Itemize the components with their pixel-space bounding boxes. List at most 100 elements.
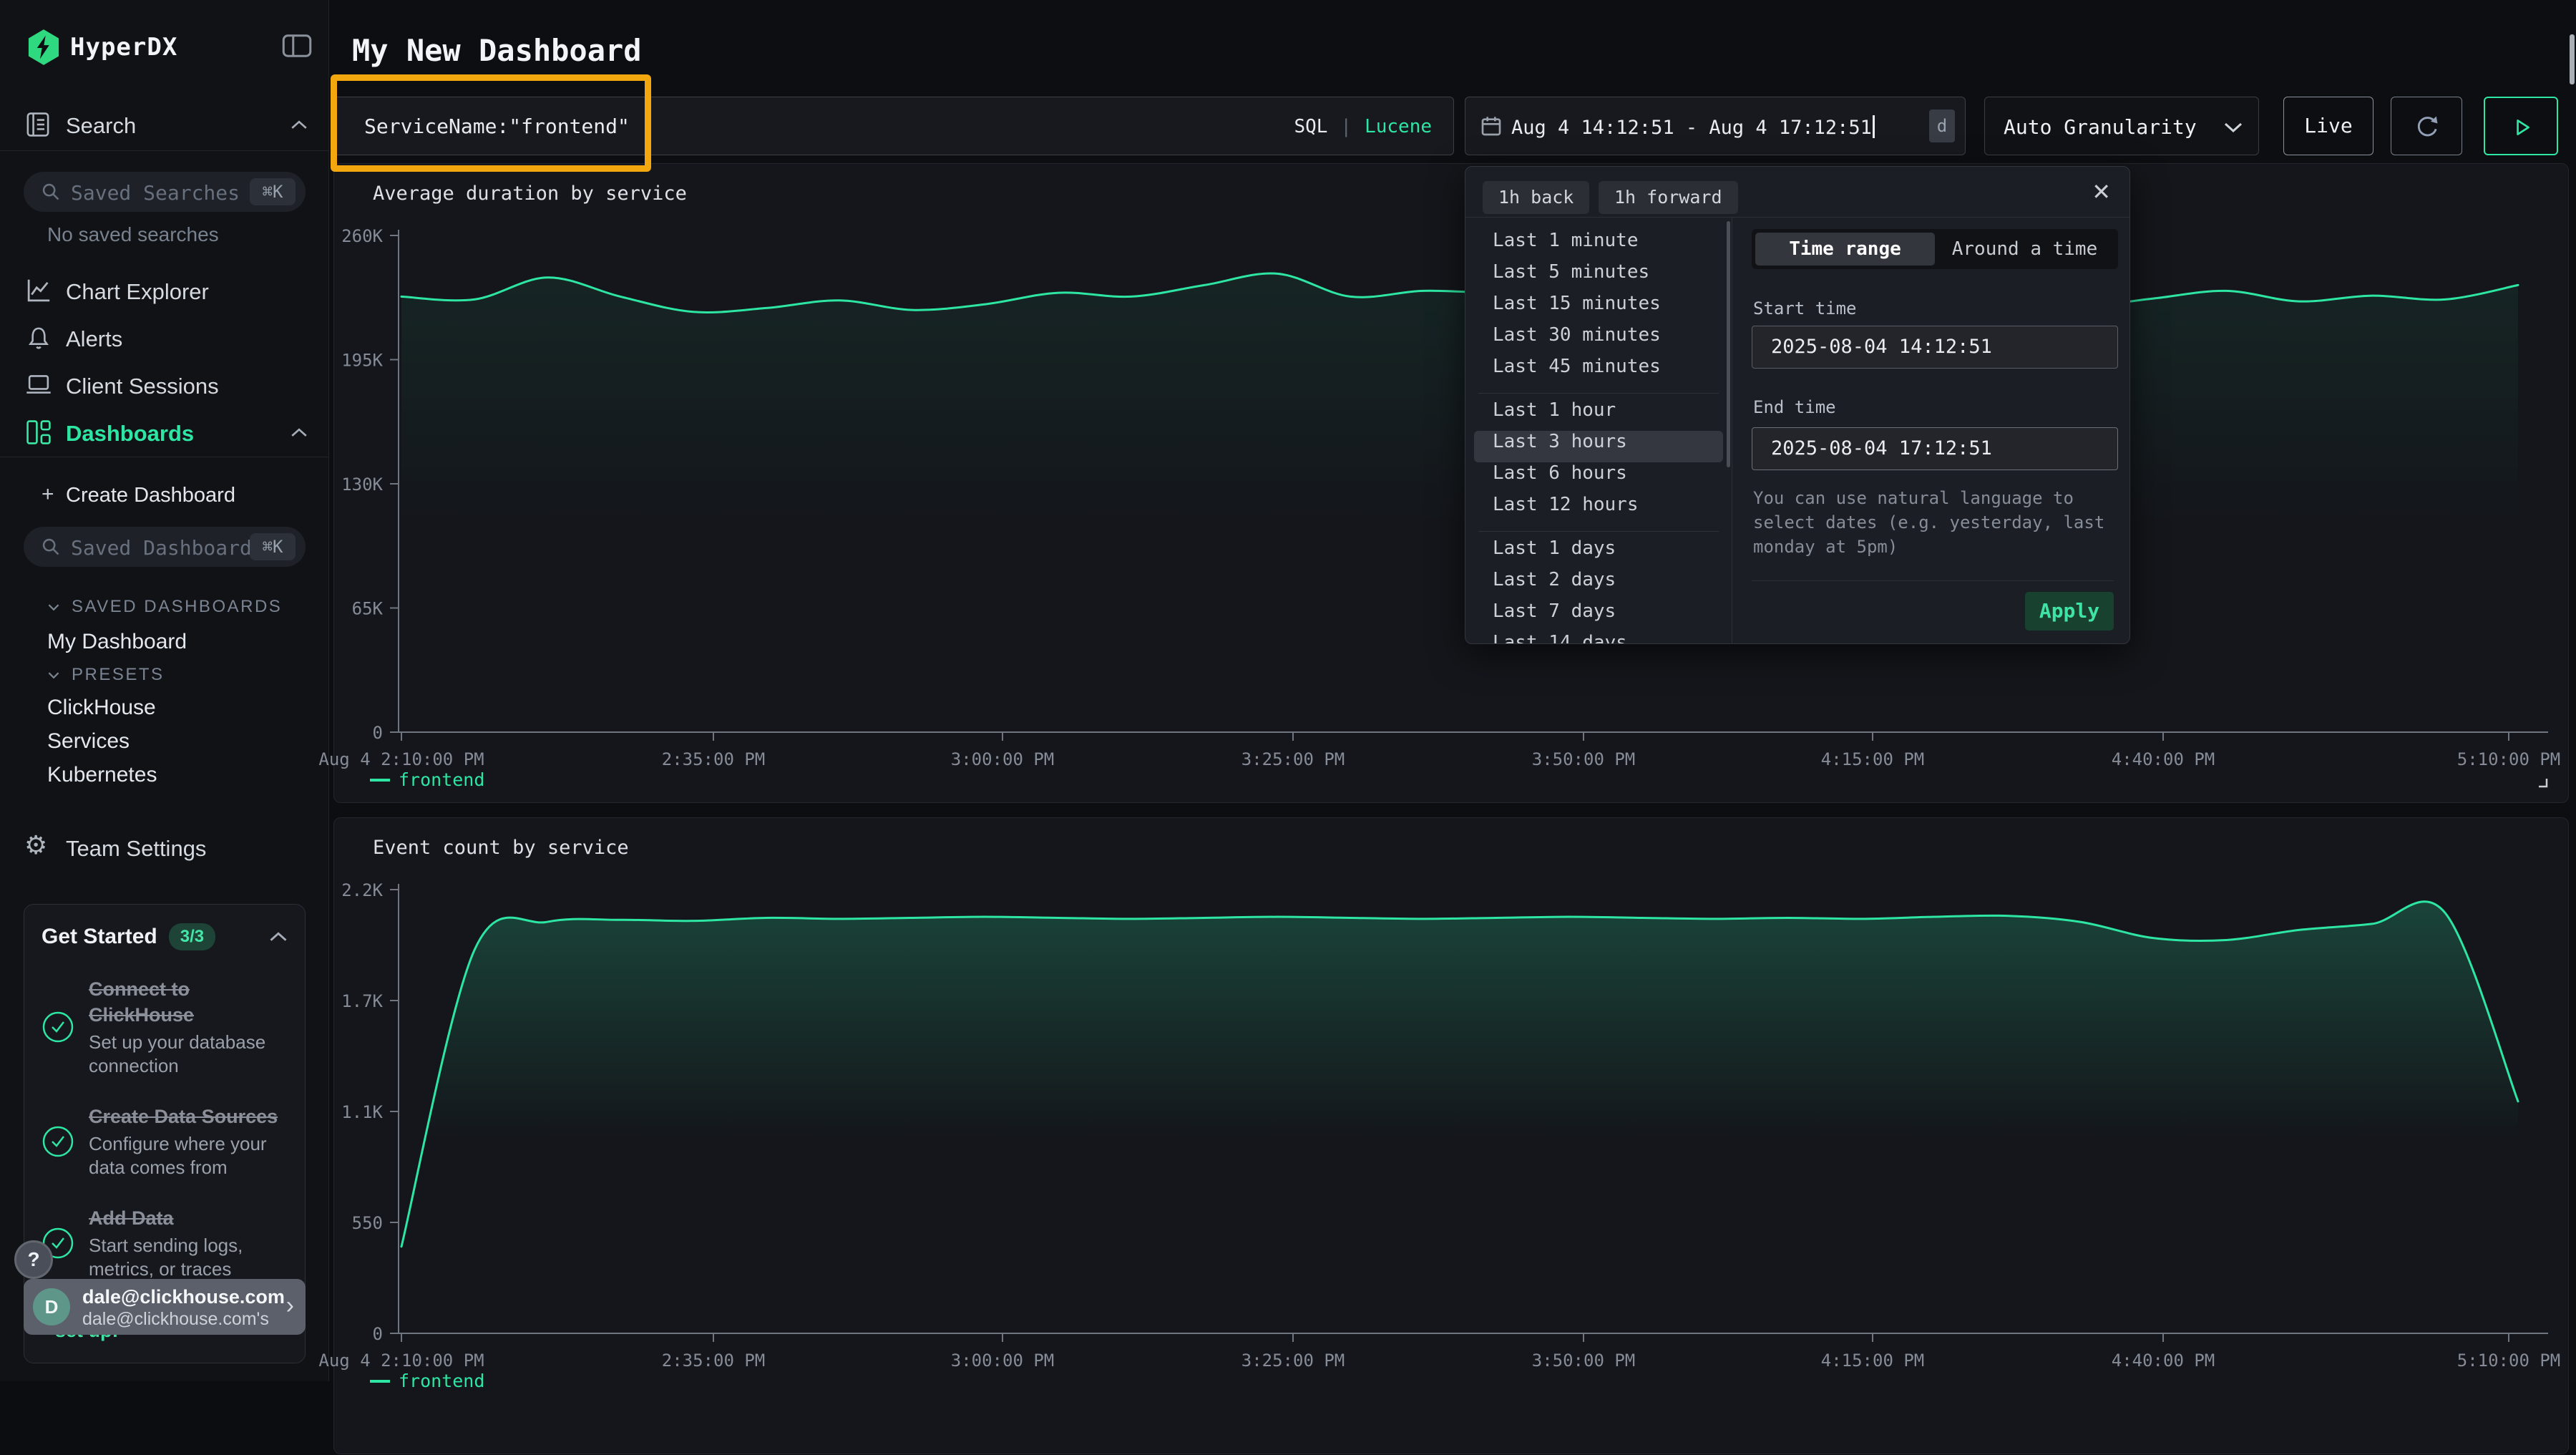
time-range-option[interactable]: Last 2 days [1474, 569, 1723, 600]
sidebar-item-label: Alerts [66, 326, 122, 352]
help-button[interactable]: ? [14, 1240, 53, 1279]
page-title: My New Dashboard [352, 33, 642, 68]
play-icon [2512, 117, 2533, 138]
time-range-option[interactable]: Last 1 days [1474, 537, 1723, 569]
get-started-item[interactable]: Connect to ClickHouse Set up your databa… [42, 976, 288, 1078]
sidebar-item-team-settings[interactable]: ⚙ Team Settings [0, 827, 329, 867]
search-section-icon [26, 112, 50, 137]
scrollbar-thumb[interactable] [2570, 34, 2575, 84]
svg-text:2:35:00 PM: 2:35:00 PM [662, 749, 766, 769]
saved-dashboards-input[interactable]: Saved Dashboards ⌘K [24, 527, 306, 567]
start-time-label: Start time [1753, 298, 1857, 318]
sidebar-item-search[interactable]: Search [0, 104, 329, 145]
plus-icon: + [42, 482, 54, 507]
get-started-title: Get Started [42, 925, 157, 949]
chart-panel-average-duration: Average duration by service 260K195K130K… [333, 163, 2569, 803]
apply-button[interactable]: Apply [2025, 592, 2114, 631]
check-circle-icon [42, 1011, 74, 1043]
svg-text:0: 0 [373, 1324, 383, 1344]
time-range-option[interactable]: Last 3 hours [1474, 431, 1723, 462]
time-mode-tabs: Time range Around a time [1752, 229, 2118, 269]
search-query-input[interactable]: ServiceName:"frontend" SQL | Lucene [333, 97, 1454, 155]
sidebar-item-client-sessions[interactable]: Client Sessions [0, 365, 329, 405]
tab-time-range[interactable]: Time range [1755, 233, 1935, 266]
user-menu[interactable]: D dale@clickhouse.com dale@clickhouse.co… [24, 1279, 306, 1335]
svg-text:3:00:00 PM: 3:00:00 PM [951, 749, 1055, 769]
time-range-option[interactable]: Last 12 hours [1474, 494, 1723, 525]
time-range-option[interactable]: Last 15 minutes [1474, 293, 1723, 324]
refresh-button[interactable] [2391, 97, 2462, 155]
user-email: dale@clickhouse.com [82, 1286, 285, 1308]
brand-row: HyperDX [0, 27, 329, 70]
sidebar-item-alerts[interactable]: Alerts [0, 318, 329, 358]
legend-dash-icon [370, 779, 390, 782]
quick-range-list: Last 1 minuteLast 5 minutesLast 15 minut… [1474, 230, 1723, 644]
svg-text:130K: 130K [341, 475, 383, 495]
saved-dashboards-section-header[interactable]: SAVED DASHBOARDS [47, 596, 282, 618]
start-time-input[interactable]: 2025-08-04 14:12:51 [1752, 326, 2118, 369]
sidebar-item-label: Client Sessions [66, 374, 219, 399]
run-query-button[interactable] [2484, 97, 2558, 155]
get-started-item[interactable]: Add Data Start sending logs, metrics, or… [42, 1205, 288, 1281]
create-dashboard-button[interactable]: + Create Dashboard [0, 478, 329, 514]
language-toggle-separator: | [1340, 116, 1352, 137]
svg-text:2.2K: 2.2K [341, 880, 383, 900]
sidebar-item-chart-explorer[interactable]: Chart Explorer [0, 271, 329, 311]
chevron-up-icon [291, 120, 308, 130]
shortcut-badge: ⌘K [250, 178, 296, 205]
sidebar-item-services[interactable]: Services [47, 729, 130, 754]
sidebar-item-kubernetes[interactable]: Kubernetes [47, 763, 157, 787]
sidebar-item-dashboards[interactable]: Dashboards [0, 412, 329, 452]
end-time-input[interactable]: 2025-08-04 17:12:51 [1752, 427, 2118, 470]
sidebar-item-label: Team Settings [66, 836, 206, 862]
sidebar-item-label: Dashboards [66, 421, 194, 447]
language-toggle-sql[interactable]: SQL [1294, 116, 1327, 137]
sidebar: HyperDX Search Saved Searches ⌘K No save… [0, 0, 329, 1381]
time-range-option[interactable]: Last 5 minutes [1474, 261, 1723, 293]
saved-searches-input[interactable]: Saved Searches ⌘K [24, 172, 306, 212]
get-started-item-title: Add Data [89, 1205, 288, 1231]
divider [1465, 217, 2130, 218]
get-started-item-desc: Configure where your data comes from [89, 1132, 288, 1179]
time-range-option[interactable]: Last 7 days [1474, 600, 1723, 632]
shift-1h-back-button[interactable]: 1h back [1483, 181, 1589, 214]
time-range-option[interactable]: Last 45 minutes [1474, 356, 1723, 387]
sidebar-item-my-dashboard[interactable]: My Dashboard [47, 630, 187, 654]
live-button[interactable]: Live [2283, 97, 2373, 155]
check-circle-icon [42, 1125, 74, 1158]
collapse-sidebar-icon[interactable] [282, 33, 312, 59]
get-started-item-title: Create Data Sources [89, 1104, 288, 1129]
time-range-option[interactable]: Last 6 hours [1474, 462, 1723, 494]
time-range-option[interactable]: Last 1 minute [1474, 230, 1723, 261]
time-range-option[interactable]: Last 1 hour [1474, 399, 1723, 431]
scrollbar-thumb[interactable] [1727, 221, 1730, 467]
get-started-item-desc: Set up your database connection [89, 1031, 288, 1078]
svg-text:5:10:00 PM: 5:10:00 PM [2457, 749, 2561, 769]
shift-1h-forward-button[interactable]: 1h forward [1599, 181, 1738, 214]
svg-text:4:15:00 PM: 4:15:00 PM [1821, 749, 1925, 769]
close-icon[interactable]: ✕ [2092, 178, 2111, 205]
svg-text:Aug 4 2:10:00 PM: Aug 4 2:10:00 PM [318, 749, 484, 769]
get-started-item[interactable]: Create Data Sources Configure where your… [42, 1104, 288, 1179]
granularity-select[interactable]: Auto Granularity [1984, 97, 2259, 155]
end-time-label: End time [1753, 397, 1836, 417]
panel-resize-handle-icon[interactable] [2535, 775, 2551, 791]
saved-dashboards-placeholder: Saved Dashboards [71, 536, 264, 560]
granularity-value: Auto Granularity [2004, 115, 2197, 139]
svg-text:260K: 260K [341, 226, 383, 246]
sidebar-item-clickhouse[interactable]: ClickHouse [47, 696, 156, 720]
get-started-item-desc: Start sending logs, metrics, or traces [89, 1234, 288, 1281]
tab-around-a-time[interactable]: Around a time [1935, 233, 2114, 266]
legend-series-label: frontend [399, 769, 484, 790]
date-range-input[interactable]: Aug 4 14:12:51 - Aug 4 17:12:51 d [1465, 97, 1966, 155]
time-range-option[interactable]: Last 14 days [1474, 632, 1723, 644]
date-range-value: Aug 4 14:12:51 - Aug 4 17:12:51 [1511, 117, 1872, 139]
language-toggle-lucene[interactable]: Lucene [1365, 116, 1432, 137]
search-query-value: ServiceName:"frontend" [364, 115, 630, 138]
time-range-option[interactable]: Last 30 minutes [1474, 324, 1723, 356]
chevron-down-icon [47, 603, 60, 611]
svg-text:1.7K: 1.7K [341, 991, 383, 1011]
chevron-up-icon[interactable] [269, 932, 288, 942]
calendar-icon [1480, 115, 1503, 137]
presets-section-header[interactable]: PRESETS [47, 664, 165, 686]
